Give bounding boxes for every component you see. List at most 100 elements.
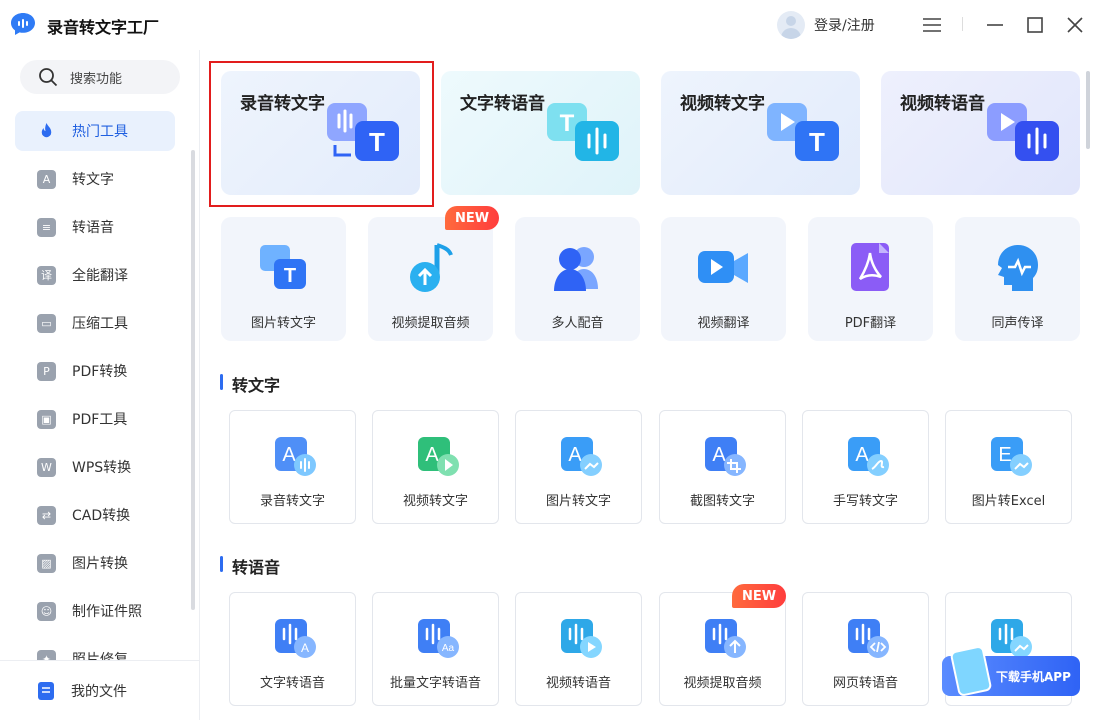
tool-tile-audio-to-text[interactable]: A 录音转文字 (229, 410, 356, 524)
search-icon (39, 68, 58, 87)
sidebar-item-wps[interactable]: W WPS转换 (15, 447, 175, 487)
featured-card-title: 文字转语音 (460, 94, 545, 114)
tool-tile-screenshot-to-text[interactable]: A 截图转文字 (659, 410, 786, 524)
minimize-icon[interactable] (983, 13, 1007, 37)
tool-tile-image-to-text[interactable]: A 图片转文字 (515, 410, 642, 524)
svg-text:Aa: Aa (442, 643, 455, 654)
sidebar-item-label: 热门工具 (72, 124, 128, 140)
svg-text:T: T (809, 127, 825, 157)
sidebar-item-pdf-tools[interactable]: ▣ PDF工具 (15, 399, 175, 439)
my-files-label: 我的文件 (71, 683, 127, 700)
close-icon[interactable] (1063, 13, 1087, 37)
svg-text:E: E (998, 444, 1011, 466)
image-to-excel-icon: E (991, 437, 1032, 476)
handwriting-to-text-icon: A (848, 437, 889, 476)
featured-card-video-to-text[interactable]: 视频转文字 T (661, 71, 860, 195)
screenshot-to-text-icon: A (705, 437, 746, 476)
sidebar-item-label: CAD转换 (72, 508, 131, 524)
flame-icon (41, 122, 52, 137)
title-divider (962, 17, 963, 31)
web-to-audio-icon (848, 619, 889, 658)
featured-card-title: 视频转语音 (900, 94, 985, 114)
video-to-text-icon: A (418, 437, 459, 476)
featured-card-text-to-audio[interactable]: 文字转语音 T (441, 71, 640, 195)
sidebar-item-label: 全能翻译 (72, 268, 128, 284)
app-title: 录音转文字工厂 (47, 18, 160, 37)
search-box[interactable]: 搜索功能 (20, 60, 180, 94)
tool-tile-video-to-text[interactable]: A 视频转文字 (372, 410, 499, 524)
main-scrollbar[interactable] (1086, 71, 1090, 149)
sidebar-item-cad[interactable]: ⇄ CAD转换 (15, 495, 175, 535)
interpretation-icon (998, 245, 1038, 291)
sidebar-item-image[interactable]: ▨ 图片转换 (15, 543, 175, 583)
login-link[interactable]: 登录/注册 (814, 15, 875, 35)
sidebar-item-label: PDF工具 (72, 412, 128, 428)
batch-text-to-audio-icon: Aa (418, 619, 459, 658)
sidebar-item-to-text[interactable]: A 转文字 (15, 159, 175, 199)
audio-to-text-icon: A (275, 437, 316, 476)
tool-tile-label: 录音转文字 (259, 494, 325, 509)
video-to-audio-icon (987, 103, 1059, 161)
sidebar-scrollbar[interactable] (191, 150, 195, 610)
tool-tile-handwriting-to-text[interactable]: A 手写转文字 (802, 410, 929, 524)
download-app-button[interactable]: 下载手机APP (942, 644, 1080, 698)
sidebar-item-label: 转语音 (72, 220, 114, 236)
main-content: 录音转文字 T 文字转语音 T 视频转文字 T 视频转语音 T 图片转文字 视频… (200, 50, 1100, 720)
quick-tool-multi-voice[interactable]: 多人配音 (515, 217, 640, 341)
svg-text:A: A (301, 641, 309, 655)
sidebar-item-id-photo[interactable]: ☺ 制作证件照 (15, 591, 175, 631)
app-logo-icon (11, 13, 35, 35)
avatar[interactable] (777, 11, 805, 39)
tool-tile-label: 批量文字转语音 (389, 676, 481, 691)
tool-tile-image-to-excel[interactable]: E 图片转Excel (945, 410, 1072, 524)
svg-text:A: A (568, 444, 582, 466)
video-to-text-icon: T (767, 103, 839, 161)
sidebar-item-label: PDF转换 (72, 364, 128, 380)
svg-text:T: T (284, 265, 296, 287)
quick-tool-extract-audio[interactable]: 视频提取音频 (368, 217, 493, 341)
quick-tool-image-to-text[interactable]: T 图片转文字 (221, 217, 346, 341)
menu-icon[interactable] (920, 13, 944, 37)
quick-tool-label: 同声传译 (991, 316, 1044, 331)
multi-voice-icon (554, 247, 598, 291)
tool-tile-extract-audio[interactable]: 视频提取音频 (659, 592, 786, 706)
selected-highlight-box (209, 61, 434, 207)
sidebar-item-compress[interactable]: ▭ 压缩工具 (15, 303, 175, 343)
tool-tile-label: 图片转文字 (545, 494, 611, 509)
new-badge: NEW (732, 584, 787, 608)
tool-tile-text-to-audio[interactable]: A 文字转语音 (229, 592, 356, 706)
my-files-button[interactable]: 我的文件 (0, 660, 199, 720)
sidebar-item-pdf-convert[interactable]: P PDF转换 (15, 351, 175, 391)
toolbox-icon: ▣ (37, 409, 56, 429)
quick-tool-pdf-translate[interactable]: PDF翻译 (808, 217, 933, 341)
svg-text:A: A (425, 444, 439, 466)
svg-text:T: T (560, 110, 575, 137)
text-to-audio-icon: A (275, 619, 316, 658)
tool-tile-label: 文字转语音 (259, 676, 325, 691)
tool-tile-video-to-audio[interactable]: 视频转语音 (515, 592, 642, 706)
id-photo-icon: ☺ (37, 601, 56, 621)
video-to-audio-icon (561, 619, 602, 658)
download-app-label: 下载手机APP (996, 669, 1071, 684)
compress-icon: ▭ (37, 313, 56, 333)
tool-tile-label: 手写转文字 (832, 494, 898, 509)
maximize-icon[interactable] (1023, 13, 1047, 37)
tool-tile-web-to-audio[interactable]: 网页转语音 (802, 592, 929, 706)
sidebar-item-translate[interactable]: 译 全能翻译 (15, 255, 175, 295)
svg-text:A: A (282, 444, 296, 466)
sidebar-item-to-voice[interactable]: ≡ 转语音 (15, 207, 175, 247)
quick-tool-interpretation[interactable]: 同声传译 (955, 217, 1080, 341)
login-area[interactable]: 登录/注册 (777, 10, 875, 40)
quick-tool-video-translate[interactable]: 视频翻译 (661, 217, 786, 341)
tool-tile-label: 视频提取音频 (683, 676, 762, 691)
tool-tile-label: 视频转文字 (402, 494, 468, 509)
quick-tool-label: 视频提取音频 (391, 316, 470, 331)
translate-icon: 译 (37, 265, 56, 285)
sidebar-item-hot-tools[interactable]: 热门工具 (15, 111, 175, 151)
pdf-icon: P (37, 361, 56, 381)
image-to-audio-icon (991, 619, 1032, 658)
quick-tool-label: 图片转文字 (250, 316, 316, 331)
featured-card-video-to-audio[interactable]: 视频转语音 (881, 71, 1080, 195)
app-window: 录音转文字工厂 登录/注册 搜索功能 热门工具 A 转文字 ≡ 转语音 译 全能… (0, 0, 1100, 720)
tool-tile-batch-text-to-audio[interactable]: Aa 批量文字转语音 (372, 592, 499, 706)
